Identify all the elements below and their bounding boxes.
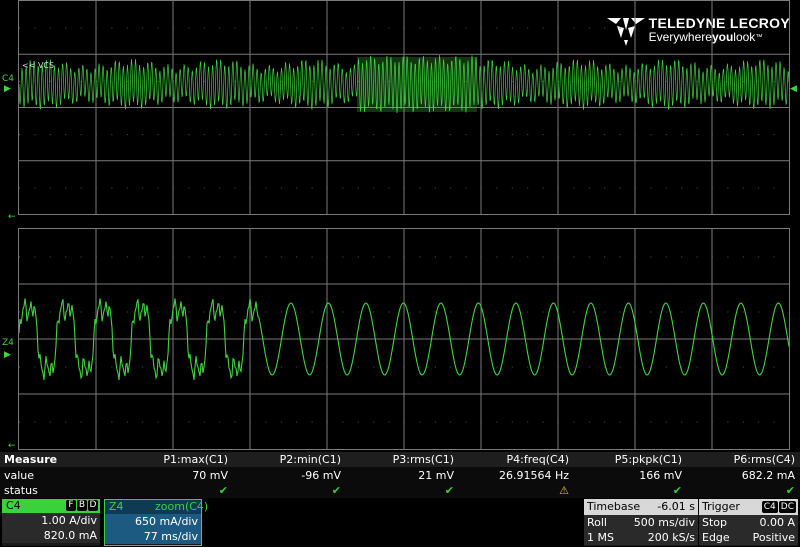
z4-offset-marker-icon[interactable]: ▶ [4,350,11,360]
measure-title: Measure [4,453,58,466]
waveform-c4-plot [19,1,789,214]
value-row-label: value [4,469,35,482]
status-warning-icon: ⚠ [559,484,569,497]
measure-value-row: value 70 mV -96 mV 21 mV 26.91564 Hz 166… [0,468,800,483]
param-name-p6[interactable]: P6:rms(C4) [734,453,795,466]
timebase-mode: Roll [587,516,607,529]
measure-status-row: status ✔ ✔ ✔ ⚠ ✔ ✔ [0,483,800,498]
z4-time-scale: 77 ms/div [143,530,198,543]
c4-trigger-level-marker-icon[interactable]: ◀ [790,84,797,94]
c4-flag-d: D [88,500,98,511]
timebase-sample-rate: 200 kS/s [647,531,695,544]
zoom-region-highlight [357,57,477,112]
channel-z4-label[interactable]: Z4 [2,338,14,348]
measure-header-row: Measure P1:max(C1) P2:min(C1) P3:rms(C1)… [0,452,800,467]
timebase-descriptor[interactable]: Timebase -6.01 s Roll 500 ms/div 1 MS 200 … [584,499,698,546]
grid2-left-arrow-icon: ← [8,441,16,451]
grid1-left-arrow-icon: ← [8,212,16,222]
status-ok-icon: ✔ [218,484,228,497]
param-name-p5[interactable]: P5:pkpk(C1) [615,453,682,466]
timebase-delay: -6.01 s [657,500,695,513]
main-waveform-grid[interactable] [18,0,790,215]
z4-zoom-descriptor[interactable]: Z4 zoom(C4) 650 mA/div 77 ms/div [104,499,208,546]
trigger-coupling-badge: DC [778,501,796,513]
trigger-type: Edge [702,531,730,544]
c4-offset-marker-icon[interactable]: ▶ [4,84,11,94]
status-ok-icon: ✔ [785,484,795,497]
param-value-p6: 682.2 mA [741,469,795,482]
timebase-label: Timebase [587,500,641,513]
param-name-p3[interactable]: P3:rms(C1) [393,453,454,466]
c4-offset: 820.0 mA [43,529,97,542]
param-name-p4[interactable]: P4:freq(C4) [506,453,569,466]
c4-flag-b: B [77,500,87,511]
param-value-p2: -96 mV [301,469,341,482]
z4-vertical-scale: 650 mA/div [135,515,198,528]
c4-channel-descriptor[interactable]: C4 F B D 1.00 A/div 820.0 mA [2,499,100,546]
status-ok-icon: ✔ [672,484,682,497]
graticule [19,229,789,449]
c4-descriptor-name: C4 [6,499,21,512]
c4-vertical-scale: 1.00 A/div [41,514,97,527]
z4-descriptor-name: Z4 [109,500,124,513]
trigger-source-badge: C4 [761,501,778,513]
z4-descriptor-source: zoom(C4) [155,500,209,513]
param-name-p2[interactable]: P2:min(C1) [280,453,341,466]
status-ok-icon: ✔ [444,484,454,497]
channel-c4-label[interactable]: C4 [2,74,14,84]
timebase-memory: 1 MS [587,531,614,544]
trigger-slope: Positive [752,531,795,544]
timebase-tdiv: 500 ms/div [633,516,695,529]
trigger-level: 0.00 A [759,516,795,529]
trigger-state: Stop [702,516,728,529]
param-value-p4: 26.91564 Hz [498,469,569,482]
trigger-label: Trigger [702,500,740,513]
param-value-p3: 21 mV [418,469,454,482]
param-value-p5: 166 mV [639,469,682,482]
trigger-descriptor[interactable]: Trigger C4 DC Stop 0.00 A Edge Positive [699,499,798,546]
status-row-label: status [4,484,38,497]
trace-label-vcs: << VCS [22,61,55,70]
waveform-z4-plot [19,229,789,449]
param-value-p1: 70 mV [192,469,228,482]
param-name-p1[interactable]: P1:max(C1) [163,453,228,466]
measure-table[interactable]: Measure P1:max(C1) P2:min(C1) P3:rms(C1)… [0,452,800,498]
status-ok-icon: ✔ [331,484,341,497]
zoom-waveform-grid[interactable] [18,228,790,450]
c4-flag-f: F [66,500,76,511]
